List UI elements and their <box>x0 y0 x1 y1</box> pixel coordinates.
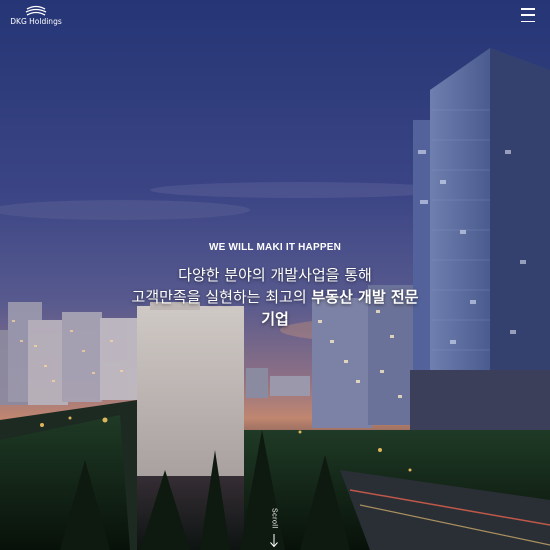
hero-main-copy: 다양한 분야의 개발사업을 통해 고객만족을 실현하는 최고의 부동산 개발 전… <box>0 264 550 330</box>
menu-bar <box>521 20 535 22</box>
scroll-label: Scroll <box>270 508 278 529</box>
hero-headline: WE WILL MAKI IT HAPPEN 다양한 분야의 개발사업을 통해 … <box>0 240 550 330</box>
logo[interactable]: DKG Holdings <box>6 5 66 29</box>
arrow-down-icon <box>270 534 278 548</box>
hero-eyebrow: WE WILL MAKI IT HAPPEN <box>209 242 341 253</box>
scroll-indicator[interactable]: Scroll <box>263 508 285 550</box>
hero-line-2-text: 고객만족을 실현하는 최고의 <box>131 288 312 306</box>
hero-line-3: 기업 <box>261 310 289 328</box>
menu-bar <box>521 14 535 16</box>
menu-bar <box>521 8 535 10</box>
hero-line-2-strong: 부동산 개발 전문 <box>311 288 419 306</box>
logo-text: DKG Holdings <box>10 17 62 26</box>
hero-line-1: 다양한 분야의 개발사업을 통해 <box>178 266 372 284</box>
site-header: DKG Holdings <box>0 0 550 36</box>
hero-line-2: 고객만족을 실현하는 최고의 부동산 개발 전문 <box>0 286 550 308</box>
wave-logo-icon <box>25 5 47 16</box>
hamburger-menu-icon[interactable] <box>519 7 537 23</box>
